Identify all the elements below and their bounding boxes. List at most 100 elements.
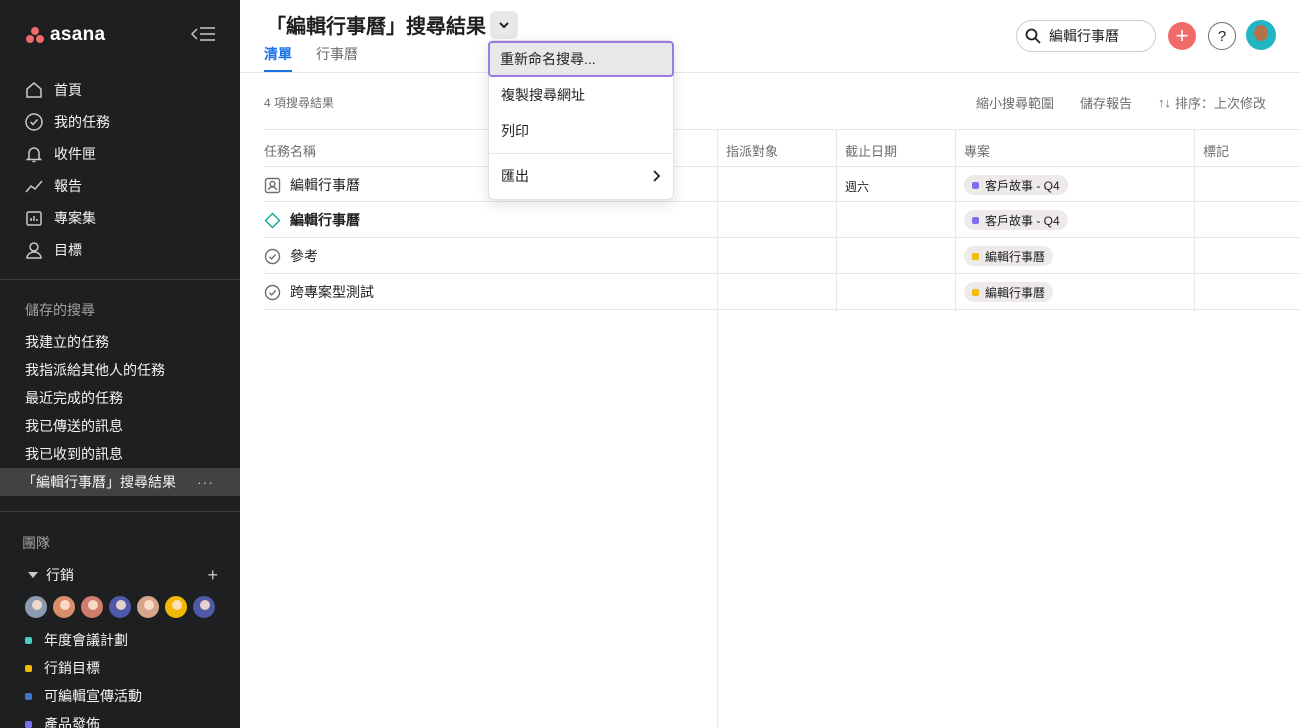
refine-search-button[interactable]: 縮小搜尋範圍 bbox=[976, 93, 1054, 112]
caret-down-icon[interactable] bbox=[28, 572, 38, 578]
title-dropdown-button[interactable] bbox=[490, 10, 518, 39]
saved-search-item-active[interactable]: 「編輯行事曆」搜尋結果 ··· bbox=[0, 468, 240, 496]
task-name-cell[interactable]: 編輯行事曆 bbox=[264, 167, 360, 203]
user-avatar[interactable] bbox=[1246, 20, 1276, 50]
person-icon bbox=[26, 242, 42, 259]
export-menu-item[interactable]: 匯出 bbox=[489, 158, 673, 194]
column-header-tags[interactable]: 標記 bbox=[1203, 141, 1229, 160]
rename-search-menu-item[interactable]: 重新命名搜尋... bbox=[488, 41, 674, 77]
sidebar-item-portfolios[interactable]: 專案集 bbox=[0, 202, 240, 234]
sidebar-item-label: 專案集 bbox=[54, 210, 96, 226]
sidebar-item-label: 首頁 bbox=[54, 82, 82, 98]
check-circle-icon[interactable] bbox=[264, 284, 281, 301]
team-members bbox=[24, 595, 216, 619]
avatar[interactable] bbox=[52, 595, 76, 619]
print-menu-item[interactable]: 列印 bbox=[489, 113, 673, 149]
sidebar-item-label: 目標 bbox=[54, 242, 82, 258]
quick-add-button[interactable]: + bbox=[1168, 22, 1196, 50]
task-name: 參考 bbox=[290, 248, 318, 264]
column-header-assignee[interactable]: 指派對象 bbox=[726, 141, 778, 160]
home-icon bbox=[26, 82, 42, 98]
approval-icon[interactable] bbox=[264, 177, 281, 194]
saved-search-item[interactable]: 我已傳送的訊息 bbox=[0, 412, 240, 440]
avatar[interactable] bbox=[80, 595, 104, 619]
sidebar-item-reports[interactable]: 報告 bbox=[0, 170, 240, 202]
sidebar-item-goals[interactable]: 目標 bbox=[0, 234, 240, 266]
avatar[interactable] bbox=[164, 595, 188, 619]
task-name-cell[interactable]: 跨專案型測試 bbox=[264, 274, 374, 310]
line-chart-icon bbox=[25, 180, 43, 193]
project-pill[interactable]: 編輯行事曆 bbox=[964, 282, 1054, 302]
avatar[interactable] bbox=[108, 595, 132, 619]
avatar[interactable] bbox=[136, 595, 160, 619]
task-name-cell[interactable]: 編輯行事曆 bbox=[264, 202, 360, 238]
project-color-square bbox=[25, 720, 32, 728]
project-label: 可編輯宣傳活動 bbox=[44, 688, 142, 704]
sort-icon: ↑↓ bbox=[1157, 95, 1171, 110]
add-team-item-button[interactable]: + bbox=[207, 565, 218, 586]
sidebar-item-label: 報告 bbox=[54, 178, 82, 194]
header-divider bbox=[240, 72, 1300, 73]
saved-search-item[interactable]: 我指派給其他人的任務 bbox=[0, 356, 240, 384]
project-label: 年度會議計劃 bbox=[44, 632, 128, 648]
check-circle-icon bbox=[25, 113, 43, 131]
project-item[interactable]: 年度會議計劃 bbox=[0, 626, 240, 654]
sidebar-divider bbox=[0, 279, 240, 280]
milestone-icon[interactable] bbox=[264, 212, 281, 229]
results-toolbar: 縮小搜尋範圍 儲存報告 ↑↓ 排序：上次修改 bbox=[976, 93, 1266, 112]
check-circle-icon[interactable] bbox=[264, 248, 281, 265]
project-pill[interactable]: 編輯行事曆 bbox=[964, 246, 1054, 266]
sort-button[interactable]: ↑↓ 排序：上次修改 bbox=[1158, 93, 1266, 112]
tab-calendar[interactable]: 行事曆 bbox=[316, 44, 358, 72]
export-label: 匯出 bbox=[501, 168, 529, 184]
help-button[interactable]: ? bbox=[1208, 22, 1236, 50]
table-row[interactable]: 跨專案型測試 編輯行事曆 bbox=[264, 274, 1300, 310]
chevron-down-icon bbox=[499, 21, 509, 28]
view-tabs: 清單 行事曆 bbox=[264, 44, 358, 72]
project-pill[interactable]: 客戶故事 - Q4 bbox=[964, 175, 1068, 195]
saved-search-item[interactable]: 我已收到的訊息 bbox=[0, 440, 240, 468]
project-item[interactable]: 產品發佈 bbox=[0, 710, 240, 728]
tab-list[interactable]: 清單 bbox=[264, 44, 292, 72]
app-name: asana bbox=[50, 24, 106, 45]
project-color-square bbox=[972, 288, 979, 296]
bell-icon bbox=[25, 147, 43, 163]
avatar[interactable] bbox=[24, 595, 48, 619]
avatar[interactable] bbox=[192, 595, 216, 619]
task-name: 編輯行事曆 bbox=[290, 177, 360, 193]
project-color-square bbox=[972, 216, 979, 224]
sidebar-item-label: 我的任務 bbox=[54, 114, 110, 130]
project-color-square bbox=[972, 181, 979, 189]
sidebar-item-my-tasks[interactable]: 我的任務 bbox=[0, 106, 240, 138]
sidebar-item-home[interactable]: 首頁 bbox=[0, 74, 240, 106]
copy-search-url-menu-item[interactable]: 複製搜尋網址 bbox=[489, 77, 673, 113]
project-pill-label: 編輯行事曆 bbox=[985, 285, 1046, 300]
saved-search-item[interactable]: 我建立的任務 bbox=[0, 328, 240, 356]
project-item[interactable]: 行銷目標 bbox=[0, 654, 240, 682]
sidebar-item-inbox[interactable]: 收件匣 bbox=[0, 138, 240, 170]
column-header-due-date[interactable]: 截止日期 bbox=[845, 141, 897, 160]
project-color-square bbox=[25, 636, 32, 644]
saved-search-item[interactable]: 最近完成的任務 bbox=[0, 384, 240, 412]
table-row[interactable]: 編輯行事曆 週六 客戶故事 - Q4 bbox=[264, 166, 1300, 202]
page-title: 「編輯行事曆」搜尋結果 bbox=[266, 16, 486, 38]
saved-search-label: 「編輯行事曆」搜尋結果 bbox=[22, 474, 176, 490]
collapse-sidebar-icon[interactable] bbox=[190, 24, 216, 44]
due-date-cell[interactable]: 週六 bbox=[845, 178, 869, 195]
save-report-button[interactable]: 儲存報告 bbox=[1080, 93, 1132, 112]
search-input-value: 編輯行事曆 bbox=[1049, 28, 1119, 44]
project-item[interactable]: 可編輯宣傳活動 bbox=[0, 682, 240, 710]
sidebar-divider bbox=[0, 511, 240, 512]
search-input[interactable]: 編輯行事曆 bbox=[1016, 20, 1156, 52]
column-header-project[interactable]: 專案 bbox=[964, 141, 990, 160]
task-name-cell[interactable]: 參考 bbox=[264, 238, 318, 274]
more-options-icon[interactable]: ··· bbox=[197, 474, 214, 490]
project-pill-label: 編輯行事曆 bbox=[985, 249, 1046, 264]
asana-logo[interactable]: asana bbox=[26, 24, 105, 46]
portfolio-icon bbox=[26, 211, 42, 226]
project-pill[interactable]: 客戶故事 - Q4 bbox=[964, 210, 1068, 230]
table-row[interactable]: 參考 編輯行事曆 bbox=[264, 238, 1300, 274]
table-row[interactable]: 編輯行事曆 客戶故事 - Q4 bbox=[264, 202, 1300, 238]
team-marketing[interactable]: 行銷 + bbox=[28, 564, 218, 586]
column-header-task-name[interactable]: 任務名稱 bbox=[264, 141, 316, 160]
